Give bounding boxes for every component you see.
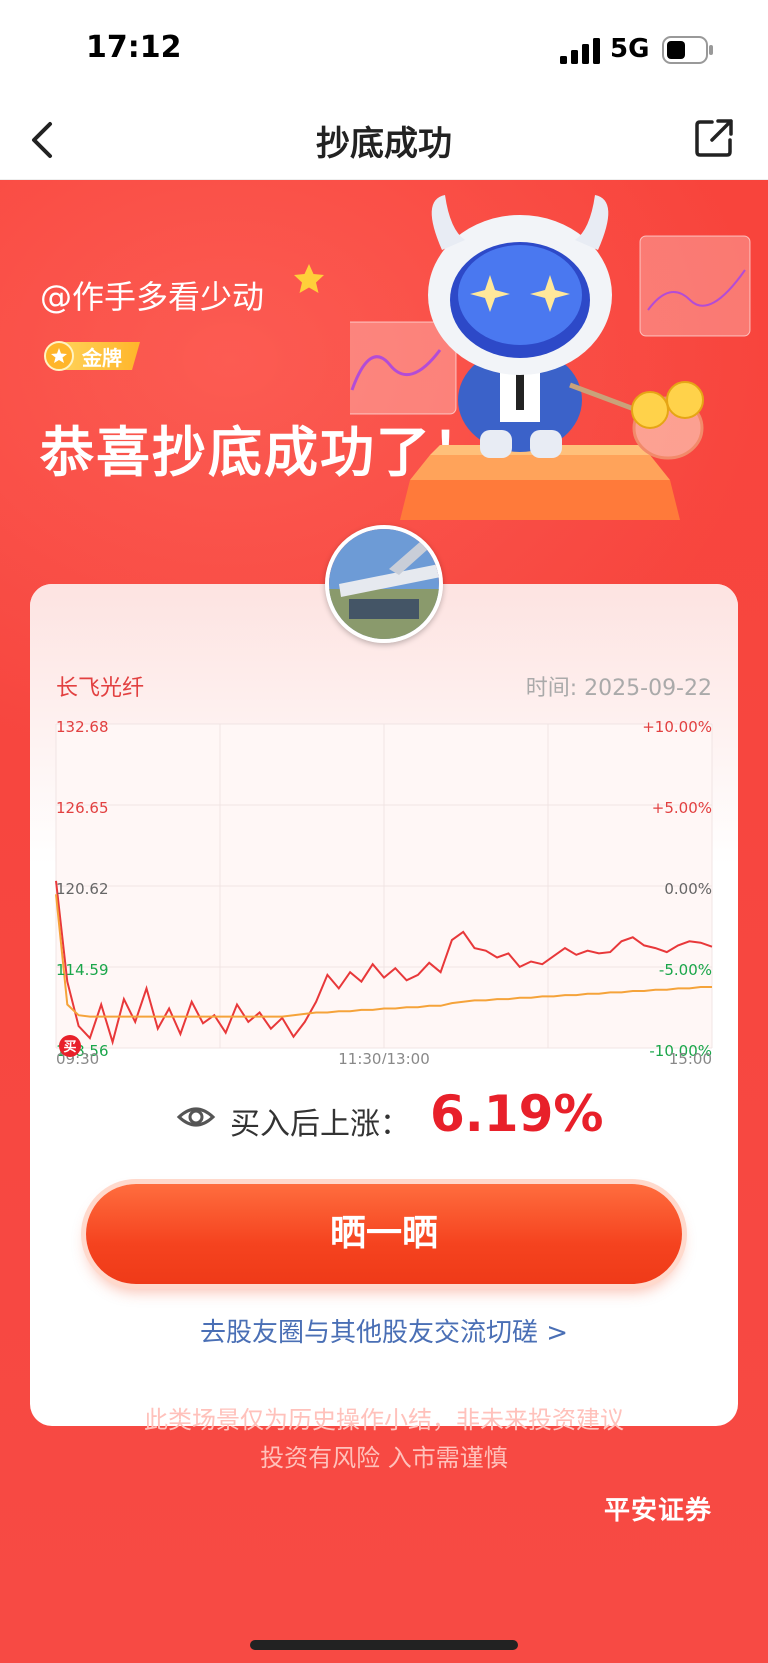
disclaimer-line-2: 投资有风险 入市需谨慎	[260, 1444, 508, 1472]
gain-value: 6.19%	[430, 1085, 604, 1143]
badge-label: 金牌	[82, 346, 122, 370]
network-label: 5G	[610, 34, 650, 64]
community-link[interactable]: 去股友圈与其他股友交流切磋 >	[30, 1312, 738, 1349]
battery-icon	[662, 36, 713, 64]
mascot-robot-illustration	[350, 195, 751, 520]
buy-marker-label: 买	[63, 1040, 76, 1055]
brand-logo: 平安证券	[603, 1496, 712, 1526]
gain-row: 买入后上涨： 6.19%	[30, 1085, 738, 1149]
gain-label: 买入后上涨：	[230, 1107, 410, 1142]
chart-x-tick: 11:30/13:00	[338, 1050, 430, 1064]
chart-price-tick: 120.62	[56, 880, 109, 898]
share-button[interactable]: 晒一晒	[86, 1184, 682, 1284]
chart-pct-tick: 0.00%	[664, 880, 712, 898]
nav-bar: 抄底成功	[0, 100, 768, 180]
hero-section: @作手多看少动 金牌 恭喜抄底成功了！ 长飞光纤 时间: 2025-09-22 …	[0, 180, 768, 1663]
chart-price-tick: 126.65	[56, 799, 109, 817]
star-icon	[294, 264, 324, 293]
chart-pct-tick: -5.00%	[659, 961, 712, 979]
disclaimer-line-1: 此类场景仅为历史操作小结，非未来投资建议	[144, 1406, 624, 1434]
signal-icon	[560, 38, 600, 64]
home-indicator	[250, 1640, 518, 1650]
chart-price-tick: 132.68	[56, 718, 109, 736]
username: @作手多看少动	[40, 278, 265, 316]
chart-x-tick: 15:00	[669, 1050, 712, 1064]
status-time: 17:12	[86, 30, 182, 65]
stock-avatar	[325, 525, 443, 643]
result-card: 长飞光纤 时间: 2025-09-22 132.68 126.65 120.62 11…	[30, 584, 738, 1426]
status-bar: 17:12 5G	[0, 0, 768, 100]
share-icon[interactable]	[692, 116, 736, 160]
chart-price-tick: 114.59	[56, 961, 109, 979]
chart-pct-tick: +5.00%	[652, 799, 712, 817]
chart-svg: 132.68126.65120.62114.59108.56+10.00%+5.…	[55, 718, 713, 1064]
intraday-chart: 132.68 126.65 120.62 114.59 108.56 +10.00% +5.…	[30, 694, 738, 1064]
chart-pct-tick: +10.00%	[642, 718, 712, 736]
page-title: 抄底成功	[316, 124, 452, 164]
eye-icon	[176, 1107, 216, 1127]
